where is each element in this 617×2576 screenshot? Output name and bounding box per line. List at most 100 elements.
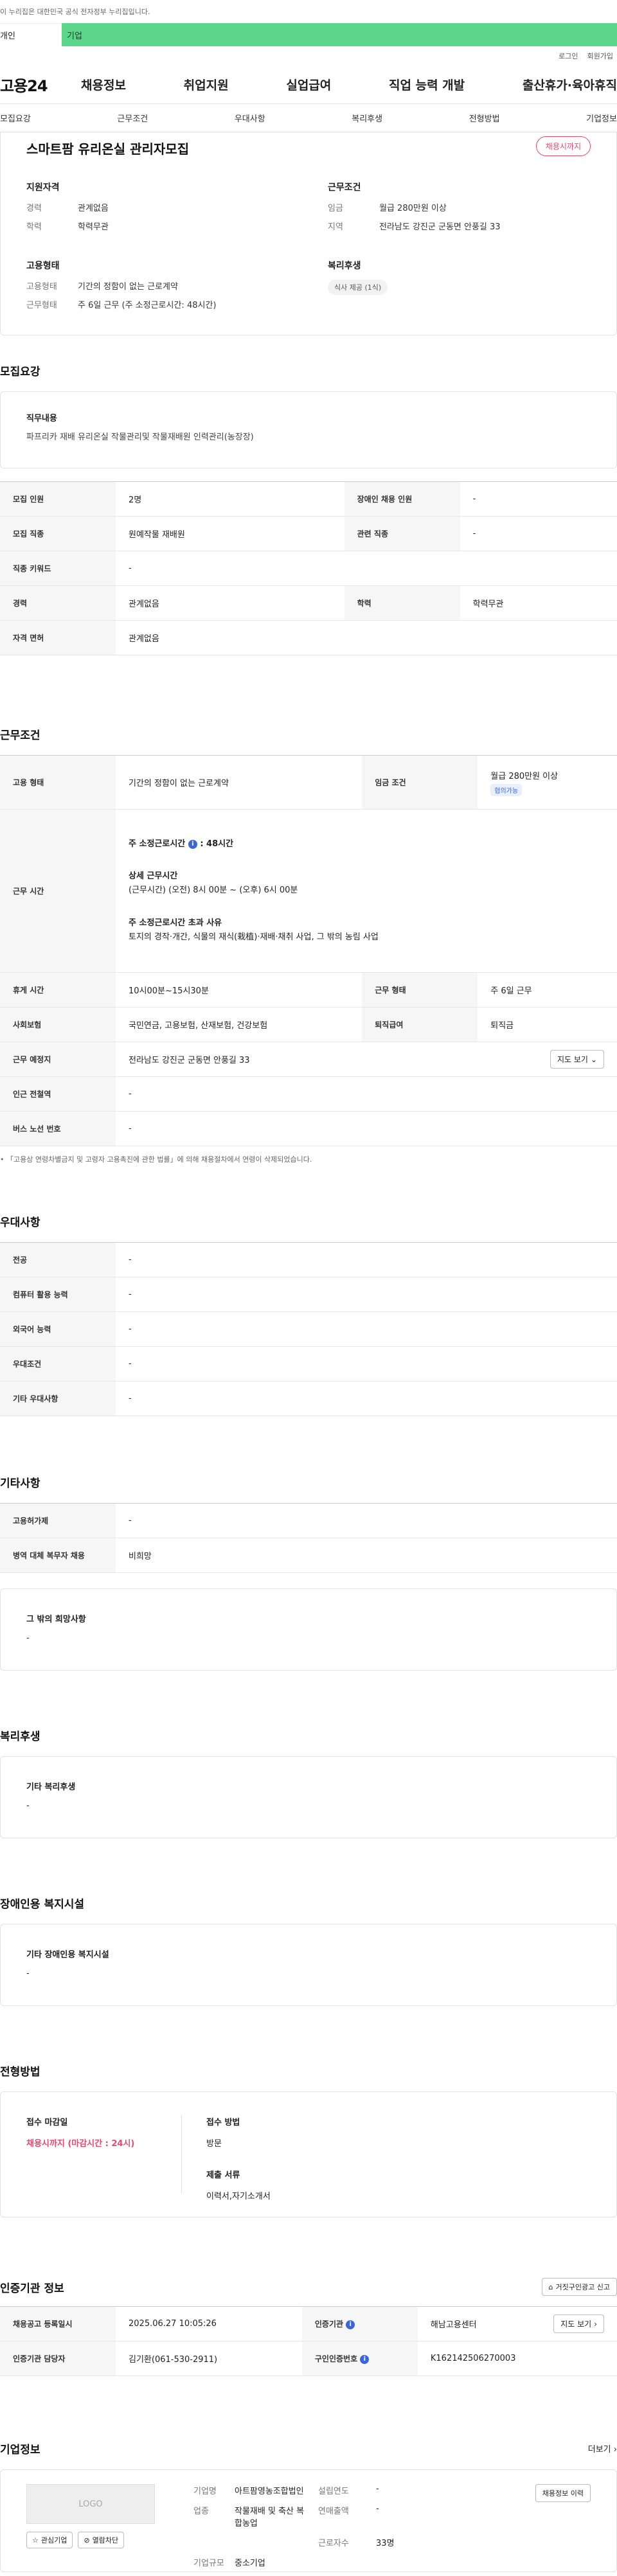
cert-section: 인증기관 정보 ⌂ 거짓구인광고 신고 채용공고 등록일시 2025.06.27 … xyxy=(0,2278,617,2376)
label: 버스 노선 번호 xyxy=(0,1111,116,1146)
join-link[interactable]: 회원가입 xyxy=(587,51,613,61)
wish-value: - xyxy=(26,1633,30,1643)
company-section: 기업정보 더보기 › LOGO ☆ 관심기업 ⊘ 열람차단 기업명 아트팜영농조합법… xyxy=(0,2440,617,2572)
recruit-section: 모집요강 직무내용 파프리카 재배 유리온실 작물관리및 작물재배원 인력관리(… xyxy=(0,362,617,655)
section-anchor-nav: 모집요강 근무조건 우대사항 복리후생 전형방법 기업정보 xyxy=(0,104,617,132)
company-logo: LOGO xyxy=(26,2484,155,2524)
work-title: 근무조건 xyxy=(0,729,40,742)
welfare-title: 복리후생 xyxy=(0,1730,40,1743)
value: - xyxy=(116,551,617,586)
label: 모집 직종 xyxy=(0,516,116,551)
value: - xyxy=(116,1381,617,1416)
deadline-head: 접수 마감일 xyxy=(26,2118,68,2127)
gnb-item-unemployment-benefit[interactable]: 실업급여 xyxy=(286,76,331,93)
label: 직종 키워드 xyxy=(0,551,116,586)
value: - xyxy=(116,1076,617,1112)
site-logo[interactable]: 고용24 xyxy=(0,73,81,96)
label: 설립연도 xyxy=(318,2487,349,2496)
anchor-selection[interactable]: 전형방법 xyxy=(469,112,500,124)
cert-org-cell: 해남고용센터 지도 보기 › xyxy=(417,2306,617,2341)
label: 모집 인원 xyxy=(0,481,116,517)
anchor-company[interactable]: 기업정보 xyxy=(586,112,617,124)
deadline-block: 접수 마감일 채용시까지 (마감시간 : 24시) xyxy=(26,2115,182,2194)
report-fake-ad-button[interactable]: ⌂ 거짓구인광고 신고 xyxy=(541,2278,617,2296)
etc-title: 기타사항 xyxy=(0,1477,40,1490)
label: 학력 xyxy=(344,585,460,621)
duty-head: 직무내용 xyxy=(26,414,57,423)
chevron-down-icon: ⌄ xyxy=(590,1054,597,1064)
value: 해남고용센터 xyxy=(430,2320,477,2330)
label: 근무 예정지 xyxy=(0,1042,116,1077)
label: 임금 xyxy=(328,204,343,213)
block-view-button[interactable]: ⊘ 열람차단 xyxy=(78,2532,125,2548)
tab-personal[interactable]: 개인 xyxy=(0,23,62,46)
pref-title: 우대사항 xyxy=(0,1216,40,1229)
welfare-value: - xyxy=(26,1801,30,1811)
anchor-welfare[interactable]: 복리후생 xyxy=(352,112,382,124)
label: 고용 형태 xyxy=(0,755,116,810)
summary-welfare: 복리후생 식사 제공 (1식) xyxy=(328,259,591,317)
label: 인증기관 담당자 xyxy=(0,2341,116,2376)
info-icon[interactable]: i xyxy=(188,839,197,849)
welfare-chip: 식사 제공 (1식) xyxy=(328,280,388,295)
info-icon[interactable]: i xyxy=(360,2354,370,2364)
tab-company[interactable]: 기업 xyxy=(62,23,617,46)
job-title: 스마트팜 유리온실 관리자모집 xyxy=(26,141,190,157)
company-more-label: 더보기 xyxy=(587,2445,611,2455)
map-button[interactable]: 지도 보기 ⌄ xyxy=(550,1050,604,1069)
value: 아트팜영농조합법인 xyxy=(235,2487,304,2496)
hours-main-label: 주 소정근로시간 xyxy=(129,839,186,849)
label: 사회보험 xyxy=(0,1007,116,1042)
anchor-work[interactable]: 근무조건 xyxy=(117,112,148,124)
gnb-item-jobs[interactable]: 채용정보 xyxy=(81,76,126,93)
label: 경력 xyxy=(0,585,116,621)
disabled-section: 장애인용 복지시설 기타 장애인용 복지시설 - xyxy=(0,1895,617,2006)
company-more-link[interactable]: 더보기 › xyxy=(588,2442,617,2455)
value: 월급 280만원 이상 xyxy=(490,771,559,781)
gnb-item-parental-leave[interactable]: 출산휴가·육아휴직 xyxy=(523,76,617,93)
cert-org-label: 인증기관 xyxy=(314,2320,344,2329)
label: 외국어 능력 xyxy=(0,1311,116,1347)
value: 전라남도 강진군 군동면 안풍길 33 xyxy=(379,222,501,232)
hours-main-value: : 48시간 xyxy=(200,839,234,849)
hours-cell: 주 소정근로시간 i : 48시간 상세 근무시간 (근무시간) (오전) 8시… xyxy=(116,809,617,973)
company-logo-block: LOGO ☆ 관심기업 ⊘ 열람차단 xyxy=(26,2484,193,2557)
label: 임금 조건 xyxy=(362,755,478,810)
value: 학력무관 xyxy=(460,585,617,621)
label: 기타 우대사항 xyxy=(0,1381,116,1416)
anchor-pref[interactable]: 우대사항 xyxy=(235,112,265,124)
selection-section: 전형방법 접수 마감일 채용시까지 (마감시간 : 24시) 접수 방법 방문 … xyxy=(0,2063,617,2217)
value: 주 6일 근무 xyxy=(478,972,617,1008)
cert-num-label: 구인인증번호 xyxy=(314,2354,358,2363)
cert-map-button[interactable]: 지도 보기 › xyxy=(553,2314,604,2333)
method-block: 접수 방법 방문 제출 서류 이력서,자기소개서 xyxy=(182,2115,271,2201)
company-details: 기업명 아트팜영농조합법인 설립연도 - 업종 작물재배 및 축산 복합농업 연… xyxy=(193,2484,427,2568)
summary-welfare-head: 복리후생 xyxy=(328,261,361,271)
summary-conditions: 근무조건 임금 월급 280만원 이상 지역 전라남도 강진군 군동면 안풍길 33 xyxy=(328,181,591,238)
label: 휴게 시간 xyxy=(0,972,116,1008)
method-head: 접수 방법 xyxy=(206,2118,240,2127)
login-link[interactable]: 로그인 xyxy=(559,51,578,61)
summary-conditions-head: 근무조건 xyxy=(328,182,361,193)
label: 기업명 xyxy=(193,2487,217,2496)
label: 근무형태 xyxy=(26,301,57,310)
pref-table: 전공 - 컴퓨터 활용 능력 - 외국어 능력 - 우대조건 - 기타 우대사항 - xyxy=(0,1242,617,1416)
value: - xyxy=(376,2504,379,2514)
value: 기간의 정함이 없는 근로계약 xyxy=(116,755,362,810)
welfare-section: 복리후생 기타 복리후생 - xyxy=(0,1727,617,1838)
anchor-recruit[interactable]: 모집요강 xyxy=(0,112,31,124)
favorite-company-button[interactable]: ☆ 관심기업 xyxy=(26,2532,73,2548)
job-history-button[interactable]: 채용정보 이력 xyxy=(535,2484,591,2502)
value: 중소기업 xyxy=(235,2559,265,2568)
value: - xyxy=(116,1311,617,1347)
wage-cell: 월급 280만원 이상 협의가능 xyxy=(478,755,617,810)
value: 관계없음 xyxy=(78,204,109,213)
label: 고용형태 xyxy=(26,282,57,292)
age-footnote: • 「고용상 연령차별금지 및 고령자 고용촉진에 관한 법률」에 의해 채용절… xyxy=(0,1155,312,1164)
value: 작물재배 및 축산 복합농업 xyxy=(235,2507,305,2528)
gnb-item-employment-support[interactable]: 취업지원 xyxy=(184,76,229,93)
info-icon[interactable]: i xyxy=(346,2320,355,2329)
value: K162142506270003 xyxy=(417,2341,617,2376)
hours-detail: (근무시간) (오전) 8시 00분 ~ (오후) 6시 00분 xyxy=(129,885,298,896)
gnb-item-vocational-training[interactable]: 직업 능력 개발 xyxy=(389,76,465,93)
